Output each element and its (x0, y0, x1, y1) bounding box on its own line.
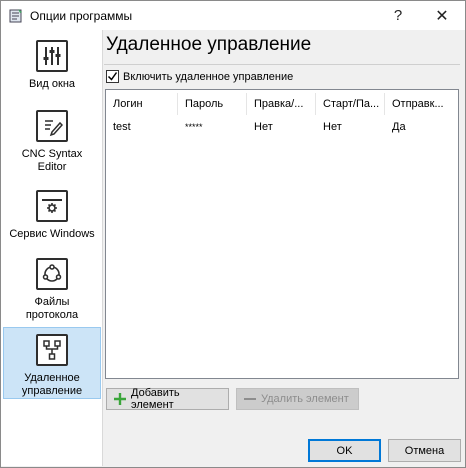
remote-control-icon (36, 334, 68, 366)
options-dialog: Опции программы ? ✕ Вид окна CNC Syntax … (0, 0, 466, 468)
enable-remote-control-label: Включить удаленное управление (123, 70, 294, 83)
close-button[interactable]: ✕ (419, 1, 465, 30)
column-edit[interactable]: Правка/... (247, 93, 316, 115)
delete-element-label: Удалить элемент (261, 393, 349, 405)
sidebar-item-label: Сервис Windows (9, 228, 95, 240)
edit-document-icon (36, 110, 68, 142)
sidebar-item-window-view[interactable]: Вид окна (3, 40, 101, 100)
cell-send: Да (392, 121, 406, 133)
sidebar-item-label: CNC Syntax Editor (21, 148, 83, 173)
cell-edit: Нет (254, 121, 273, 133)
cell-login: test (113, 121, 131, 133)
sidebar-item-log-files[interactable]: Файлы протокола (3, 258, 101, 330)
title-bar: Опции программы ? ✕ (1, 1, 465, 30)
settings-panel: Удаленное управление Включить удаленное … (104, 30, 465, 430)
add-element-label: Добавить элемент (131, 387, 180, 411)
cancel-button[interactable]: Отмена (388, 439, 461, 462)
users-table[interactable]: Логин Пароль Правка/... Старт/Па... Отпр… (105, 89, 459, 379)
sidebar-item-cnc-syntax-editor[interactable]: CNC Syntax Editor (3, 110, 101, 182)
delete-element-button[interactable]: Удалить элемент (236, 388, 359, 410)
sidebar-item-remote-control[interactable]: Удаленное управление (3, 327, 101, 399)
category-sidebar: Вид окна CNC Syntax Editor Сервис Window… (1, 30, 103, 466)
table-header: Логин Пароль Правка/... Старт/Па... Отпр… (106, 93, 458, 115)
enable-remote-control-checkbox[interactable] (106, 70, 119, 83)
page-title: Удаленное управление (106, 34, 312, 55)
plus-icon (113, 392, 127, 406)
sidebar-item-windows-service[interactable]: Сервис Windows (3, 190, 101, 250)
enable-remote-control-row[interactable]: Включить удаленное управление (106, 70, 293, 83)
column-start-pause[interactable]: Старт/Па... (316, 93, 385, 115)
column-send[interactable]: Отправк... (385, 93, 458, 115)
log-files-icon (36, 258, 68, 290)
sidebar-item-label: Файлы протокола (25, 296, 79, 321)
divider (104, 64, 460, 65)
sidebar-item-label: Удаленное управление (21, 372, 83, 397)
column-login[interactable]: Логин (106, 93, 178, 115)
window-title: Опции программы (30, 8, 133, 23)
table-row[interactable]: test ***** Нет Нет Да (106, 118, 458, 136)
service-window-icon (36, 190, 68, 222)
app-icon (8, 8, 24, 24)
checkmark-icon (107, 72, 118, 81)
help-button[interactable]: ? (375, 1, 421, 30)
minus-icon (243, 392, 257, 406)
sliders-icon (36, 40, 68, 72)
column-password[interactable]: Пароль (178, 93, 247, 115)
cell-start-pause: Нет (323, 121, 342, 133)
sidebar-item-label: Вид окна (28, 78, 76, 90)
add-element-button[interactable]: Добавить элемент (106, 387, 229, 411)
cell-password: ***** (185, 122, 203, 132)
ok-button[interactable]: OK (308, 439, 381, 462)
